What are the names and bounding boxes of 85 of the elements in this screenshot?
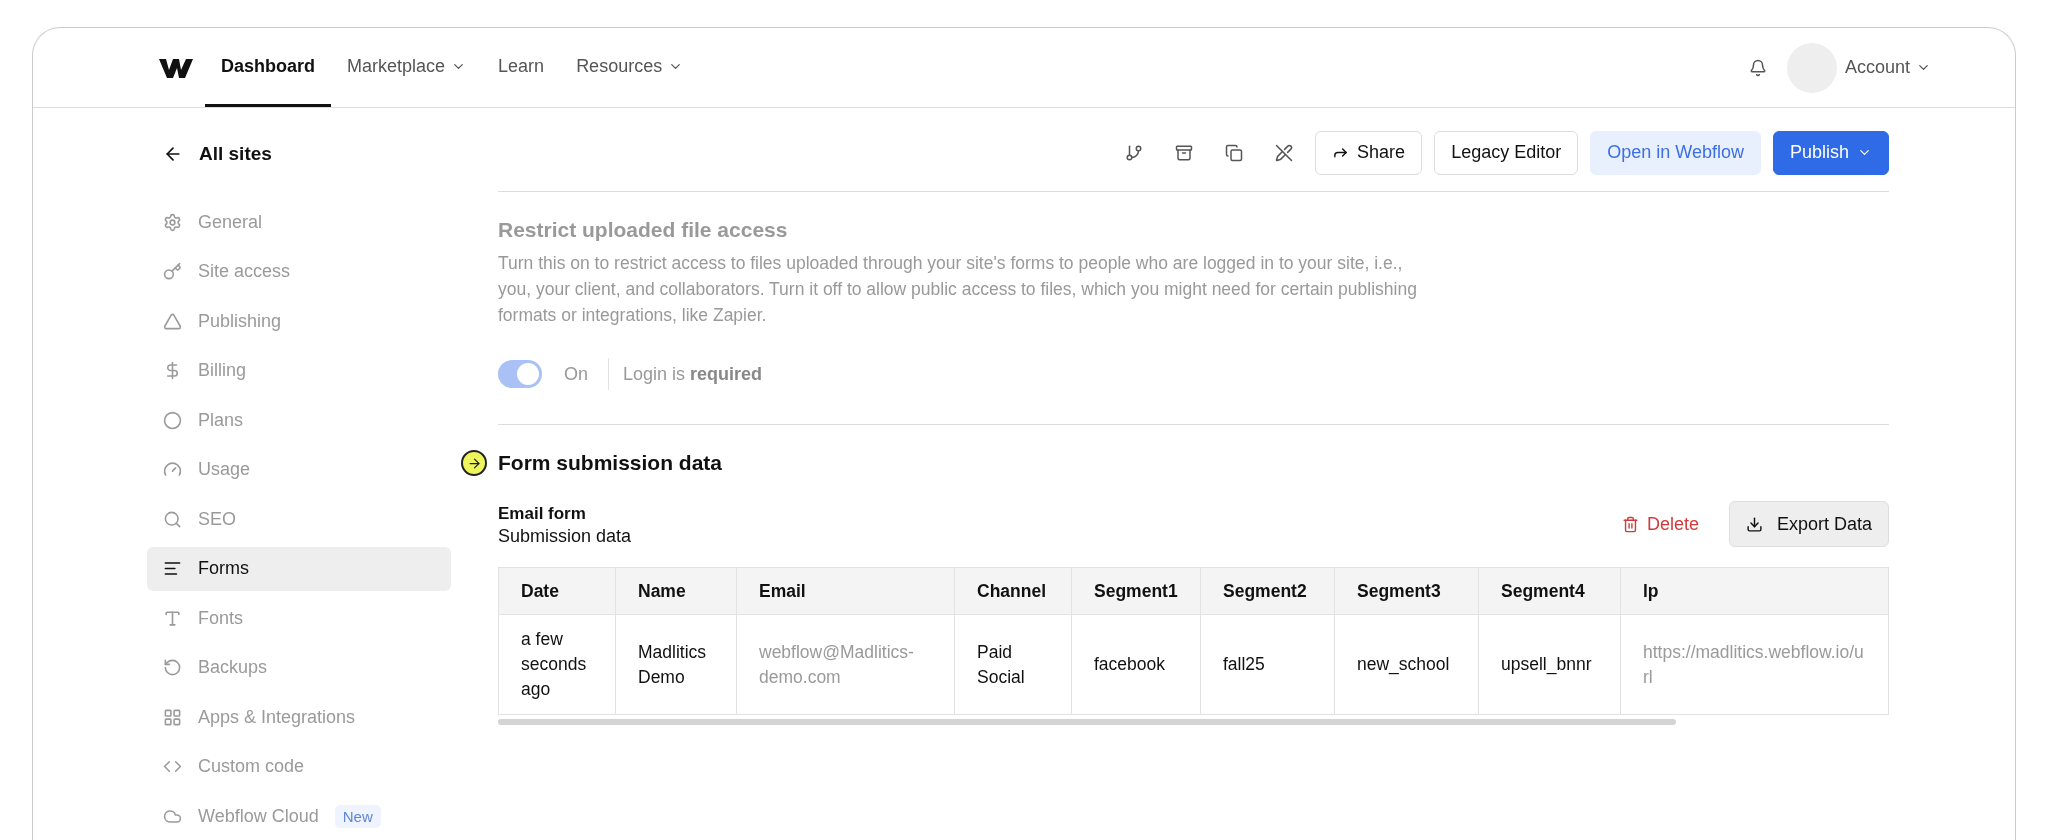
scrollbar[interactable] [498,719,1676,725]
column-header: Date [498,567,616,615]
toolbar-button[interactable]: Open in Webflow [1590,130,1761,175]
toolbar-button[interactable]: Share [1315,130,1423,175]
column-header: Channel [954,567,1072,615]
status-text: Login is required [623,363,763,385]
sidebar-label: Usage [198,459,251,480]
toggle-label: On [564,363,588,385]
triangle-icon [163,311,182,331]
column-header: Segment1 [1071,567,1201,615]
table-cell: new_school [1334,614,1479,715]
table-cell: Madlitics Demo [615,614,737,715]
pen-off-icon[interactable] [1275,143,1294,162]
nav-tab[interactable]: Dashboard [205,28,332,107]
grid-icon [163,707,182,727]
delete-button[interactable]: Delete [1615,512,1705,536]
search-icon [163,509,182,529]
column-header: Email [736,567,955,615]
table-cell: upsell_bnnr [1478,614,1621,715]
sidebar-label: General [198,211,263,233]
nav-tab[interactable]: Learn [482,28,561,107]
trash-icon [1621,515,1639,533]
logo-icon[interactable] [159,56,193,79]
table-cell: Paid Social [954,614,1072,715]
sidebar-label: Apps & Integrations [198,706,356,728]
sidebar-label: Fonts [198,607,244,629]
toggle-switch[interactable] [498,360,542,388]
sidebar-item[interactable]: Custom code [147,744,451,789]
sidebar-item[interactable]: Forms [147,546,451,591]
sidebar-label: Custom code [198,756,305,777]
undo-icon [163,658,182,677]
sidebar-label: Plans [198,409,244,431]
sidebar-item[interactable]: Site access [147,249,451,294]
back-link[interactable]: All sites [147,128,451,180]
archive-icon[interactable] [1175,143,1194,162]
lines-icon [163,559,182,578]
sidebar-item[interactable]: SEO [147,497,451,541]
section-description: Turn this on to restrict access to files uploaded through your site's forms to people who are logged in to your site, i.e., you, your client, and collaborators. Turn it off to allow public access to files, which you might need for certain publishing formats or integrations, like Zapier. [498,252,1418,327]
circle-icon [163,410,182,430]
sidebar-label: Backups [198,657,268,678]
sidebar-item[interactable]: Backups [147,645,451,690]
column-header: Segment2 [1200,567,1335,615]
account-menu[interactable]: Account [1844,28,1931,107]
sidebar-label: Forms [198,558,249,579]
sidebar-item[interactable]: Apps & Integrations [147,695,451,739]
table-cell: fall25 [1200,614,1335,715]
new-badge: New [334,804,381,828]
column-header: Name [615,567,737,615]
sidebar-item[interactable]: Webflow Cloud New [147,794,451,838]
type-icon [163,608,182,628]
column-header: Segment4 [1478,567,1621,615]
nav-tab[interactable]: Marketplace [331,28,483,107]
form-subtitle: Submission data [498,526,632,547]
gear-icon [163,212,182,232]
sidebar-item[interactable]: Publishing [147,299,451,343]
section-title: Form submission data [498,451,723,475]
table-cell: https://madlitics.webflow.io/url [1620,614,1889,715]
sidebar-label: SEO [198,508,236,530]
export-button[interactable]: Export Data [1728,501,1889,547]
sidebar-label: Webflow Cloud [198,805,319,827]
toolbar-button[interactable]: Legacy Editor [1434,130,1579,175]
section-title: Restrict uploaded file access [498,218,789,242]
copy-icon[interactable] [1225,143,1244,162]
arrow-icon [466,455,482,471]
sidebar-item[interactable]: Plans [147,398,451,442]
table-cell: a few seconds ago [498,614,616,715]
sidebar-item[interactable]: Billing [147,348,451,393]
table-cell: facebook [1071,614,1201,715]
nav-tab[interactable]: Resources [560,28,700,107]
publish-button[interactable]: Publish [1772,130,1889,175]
key-icon [163,262,182,281]
sidebar-item[interactable]: Usage [147,447,451,492]
table-cell: webflow@Madlitics-demo.com [736,614,955,715]
sidebar-label: Site access [198,261,291,282]
sidebar-item[interactable]: Fonts [147,596,451,640]
download-icon [1745,515,1763,533]
column-header: lp [1620,567,1889,615]
sidebar-label: Billing [198,360,247,381]
bell-icon[interactable] [1748,58,1767,77]
column-header: Segment3 [1334,567,1479,615]
branch-icon[interactable] [1125,143,1144,162]
sidebar-label: Publishing [198,310,282,332]
gauge-icon [163,460,182,479]
form-name: Email form [498,504,587,524]
sidebar-item[interactable]: General [147,200,451,244]
